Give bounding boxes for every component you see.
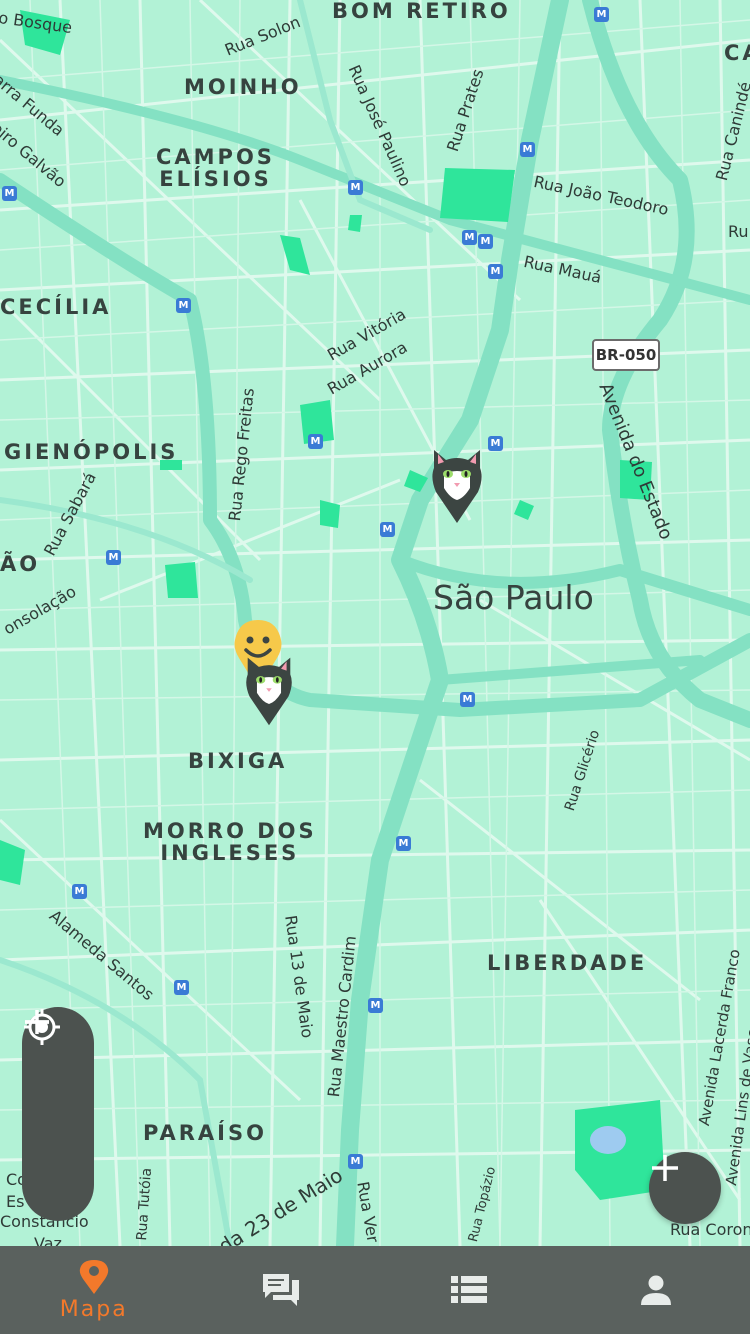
list-icon (450, 1276, 487, 1303)
plus-icon (652, 1155, 678, 1181)
metro-icon: M (72, 884, 87, 899)
map-roads (0, 0, 750, 1246)
metro-icon: M (462, 230, 477, 245)
zoom-in-button[interactable] (22, 1010, 94, 1147)
metro-icon: M (348, 180, 363, 195)
metro-icon: M (308, 434, 323, 449)
metro-icon: M (520, 142, 535, 157)
metro-icon: M (488, 436, 503, 451)
tab-profile[interactable] (563, 1246, 750, 1334)
tab-list[interactable] (375, 1246, 563, 1334)
metro-icon: M (460, 692, 475, 707)
person-icon (641, 1275, 672, 1305)
district-label: ÃO (0, 552, 41, 576)
map-controls (22, 1007, 94, 1221)
district-label: MORRO DOS INGLESES (143, 819, 317, 865)
district-label: BIXIGA (188, 749, 288, 773)
district-label: MOINHO (184, 75, 302, 99)
minus-icon (25, 1020, 49, 1024)
map-pin-icon (79, 1259, 108, 1294)
add-button[interactable] (649, 1152, 721, 1224)
map-view[interactable]: BOM RETIRO MOINHO CAMPOS ELÍSIOS CECÍLIA… (0, 0, 750, 1246)
metro-icon: M (368, 998, 383, 1013)
district-label: CECÍLIA (0, 295, 112, 319)
tab-chat[interactable] (188, 1246, 376, 1334)
metro-icon: M (176, 298, 191, 313)
tab-mapa[interactable]: Mapa (0, 1246, 188, 1334)
zoom-out-button[interactable] (22, 1020, 94, 1217)
district-label: GIENÓPOLIS (4, 440, 179, 464)
bottom-navigation: Mapa (0, 1246, 750, 1334)
street-label: Ru (728, 222, 749, 241)
district-label: CAMPOS ELÍSIOS (156, 145, 275, 191)
metro-icon: M (594, 7, 609, 22)
district-label: LIBERDADE (487, 951, 648, 975)
city-label: São Paulo (433, 578, 594, 617)
metro-icon: M (488, 264, 503, 279)
metro-icon: M (380, 522, 395, 537)
metro-icon: M (396, 836, 411, 851)
metro-icon: M (106, 550, 121, 565)
chat-icon (263, 1274, 300, 1306)
highway-shield: BR-050 (592, 339, 660, 371)
tab-mapa-label: Mapa (59, 1296, 128, 1322)
district-label: PARAÍSO (143, 1121, 267, 1145)
metro-icon: M (2, 186, 17, 201)
street-label: Vaz (34, 1234, 62, 1246)
metro-icon: M (174, 980, 189, 995)
metro-icon: M (348, 1154, 363, 1169)
district-label: CA (724, 41, 750, 65)
district-label: BOM RETIRO (332, 0, 511, 23)
metro-icon: M (478, 234, 493, 249)
